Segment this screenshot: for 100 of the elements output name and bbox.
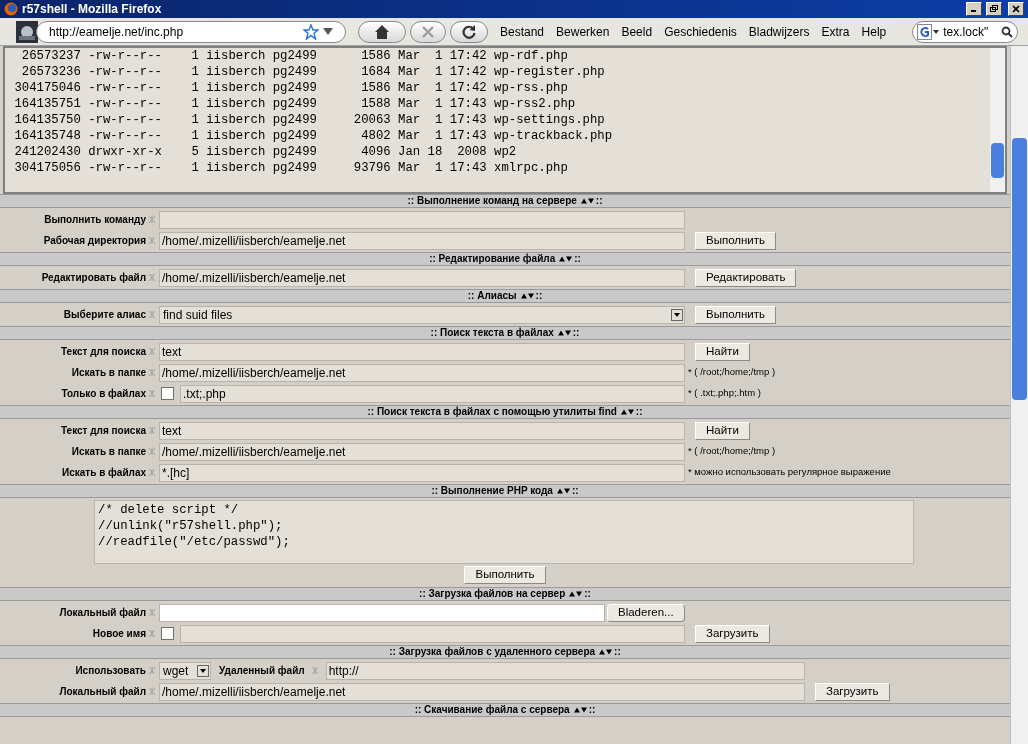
file-field[interactable] — [159, 603, 605, 622]
bullet-icon — [149, 274, 155, 281]
input-field[interactable] — [159, 210, 685, 229]
code-line: /* delete script */ — [98, 502, 239, 518]
input-field[interactable]: text — [159, 421, 685, 440]
field-label: Выберите алиас — [63, 308, 146, 322]
reload-icon — [461, 23, 477, 40]
bullet-icon — [149, 311, 155, 318]
input-field[interactable] — [180, 624, 685, 643]
dropdown[interactable]: wget — [159, 661, 211, 680]
listing-line: 164135750 -rw-r--r-- 1 iisberch pg2499 20063 Mar 1 17:43 wp-settings.php — [13, 112, 605, 128]
minimize-button[interactable] — [966, 2, 982, 16]
window-title: r57shell - Mozilla Firefox — [22, 1, 163, 18]
hint-text: * ( /root;/home;/tmp ) — [688, 365, 776, 380]
bullet-icon — [149, 448, 155, 455]
menu-item[interactable]: Help — [857, 22, 891, 41]
sort-arrows-icon — [520, 293, 534, 299]
section-title: :: — [635, 407, 643, 417]
input-field[interactable]: .txt;.php — [180, 384, 685, 403]
field-label: Искать в файлах — [62, 466, 146, 480]
restore-icon — [989, 4, 999, 14]
listing-line: 164135748 -rw-r--r-- 1 iisberch pg2499 4802 Mar 1 17:43 wp-trackback.php — [13, 128, 613, 144]
search-field[interactable]: tex.lock" — [912, 20, 1019, 43]
section-title: :: — [595, 196, 603, 206]
firefox-icon — [4, 2, 18, 16]
input-field[interactable]: /home/.mizelli/iisberch/eamelje.net — [159, 363, 685, 382]
button[interactable]: Bladeren... — [607, 603, 685, 622]
bullet-icon — [149, 609, 155, 616]
button[interactable]: Загрузить — [695, 624, 770, 643]
checkbox[interactable] — [161, 387, 174, 400]
sort-arrows-icon — [599, 649, 613, 655]
reload-button[interactable] — [450, 20, 488, 43]
code-editor[interactable]: /* delete script */ //unlink("r57shell.php"); //readfile("/etc/passwd"); — [94, 500, 914, 564]
menu-item[interactable]: Bestand — [496, 22, 549, 41]
checkbox[interactable] — [161, 627, 174, 640]
button[interactable]: Загрузить — [815, 682, 890, 701]
sort-arrows-icon — [556, 488, 570, 494]
sort-arrows-icon — [559, 256, 573, 262]
input-field[interactable]: text — [159, 342, 685, 361]
dropdown[interactable]: find suid files — [159, 305, 685, 324]
sort-arrows-icon — [580, 198, 594, 204]
section-title: :: Выполнение команд на сервере — [407, 196, 577, 206]
home-button[interactable] — [358, 20, 406, 43]
button[interactable]: Выполнить — [695, 231, 777, 250]
scrollbar[interactable] — [990, 48, 1005, 192]
menu-item[interactable]: Geschiedenis — [660, 22, 741, 41]
search-icon — [1001, 25, 1014, 38]
button[interactable]: Выполнить — [464, 566, 546, 584]
field-label: Искать в папке — [71, 445, 146, 459]
section-title: :: Выполнение PHP кода — [431, 486, 553, 496]
bullet-icon — [149, 469, 155, 476]
input-field[interactable]: http:// — [325, 661, 805, 680]
section-title: :: Алиасы — [467, 291, 517, 301]
menu-item[interactable]: Extra — [817, 22, 854, 41]
listing-line: 241202430 drwxr-xr-x 5 iisberch pg2499 4096 Jan 18 2008 wp2 — [13, 144, 517, 160]
section-title: :: — [614, 647, 621, 657]
section-title: :: Скачивание файла с сервера — [414, 705, 570, 715]
field-label: Локальный файл — [59, 685, 146, 699]
field-label: Новое имя — [92, 627, 146, 641]
section-title: :: — [572, 328, 580, 338]
sort-arrows-icon — [573, 707, 587, 713]
input-field[interactable]: /home/.mizelli/iisberch/eamelje.net — [159, 442, 685, 461]
button[interactable]: Найти — [695, 421, 750, 440]
bullet-icon — [149, 688, 155, 695]
menu-item[interactable]: Beeld — [617, 22, 657, 41]
bullet-icon — [311, 667, 318, 674]
address-bar[interactable]: http://eamelje.net/inc.php — [36, 20, 346, 43]
section-title: :: — [584, 589, 591, 599]
bullet-icon — [149, 667, 155, 674]
restore-button[interactable] — [986, 2, 1002, 16]
star-icon — [303, 23, 319, 40]
section-title: :: Редактирование файла — [429, 254, 556, 264]
field-label: Текст для поиска — [60, 424, 146, 438]
input-field[interactable]: /home/.mizelli/iisberch/eamelje.net — [159, 268, 685, 287]
input-field[interactable]: /home/.mizelli/iisberch/eamelje.net — [159, 682, 805, 701]
close-button[interactable] — [1008, 2, 1024, 16]
button[interactable]: Найти — [695, 342, 750, 361]
sort-arrows-icon — [557, 330, 571, 336]
bullet-icon — [149, 348, 155, 355]
bullet-icon — [149, 390, 155, 397]
input-field[interactable]: /home/.mizelli/iisberch/eamelje.net — [159, 231, 685, 250]
search-engine-icon — [917, 23, 940, 40]
listing-line: 164135751 -rw-r--r-- 1 iisberch pg2499 1588 Mar 1 17:43 wp-rss2.php — [13, 96, 576, 112]
menu-item[interactable]: Bewerken — [552, 22, 614, 41]
sort-arrows-icon — [569, 591, 583, 597]
code-line: //readfile("/etc/passwd"); — [98, 534, 290, 550]
close-icon — [420, 23, 436, 40]
scrollbar[interactable] — [1010, 46, 1028, 744]
section-title: :: Загрузка файлов на сервер — [419, 589, 566, 599]
button[interactable]: Редактировать — [695, 268, 797, 287]
listing-line: 304175056 -rw-r--r-- 1 iisberch pg2499 93796 Mar 1 17:43 xmlrpc.php — [13, 160, 568, 176]
field-label: Локальный файл — [59, 606, 146, 620]
section-title: :: — [571, 486, 579, 496]
input-field[interactable]: *.[hc] — [159, 463, 685, 482]
listing-line: 26573237 -rw-r--r-- 1 iisberch pg2499 1586 Mar 1 17:42 wp-rdf.php — [20, 48, 568, 64]
section-title: :: Поиск текста в файлах — [430, 328, 554, 338]
button[interactable]: Выполнить — [695, 305, 777, 324]
field-label: Удаленный файл — [219, 664, 305, 678]
menu-item[interactable]: Bladwijzers — [744, 22, 814, 41]
section-title: :: Поиск текста в файлах с помощью утилиты find — [367, 407, 617, 417]
